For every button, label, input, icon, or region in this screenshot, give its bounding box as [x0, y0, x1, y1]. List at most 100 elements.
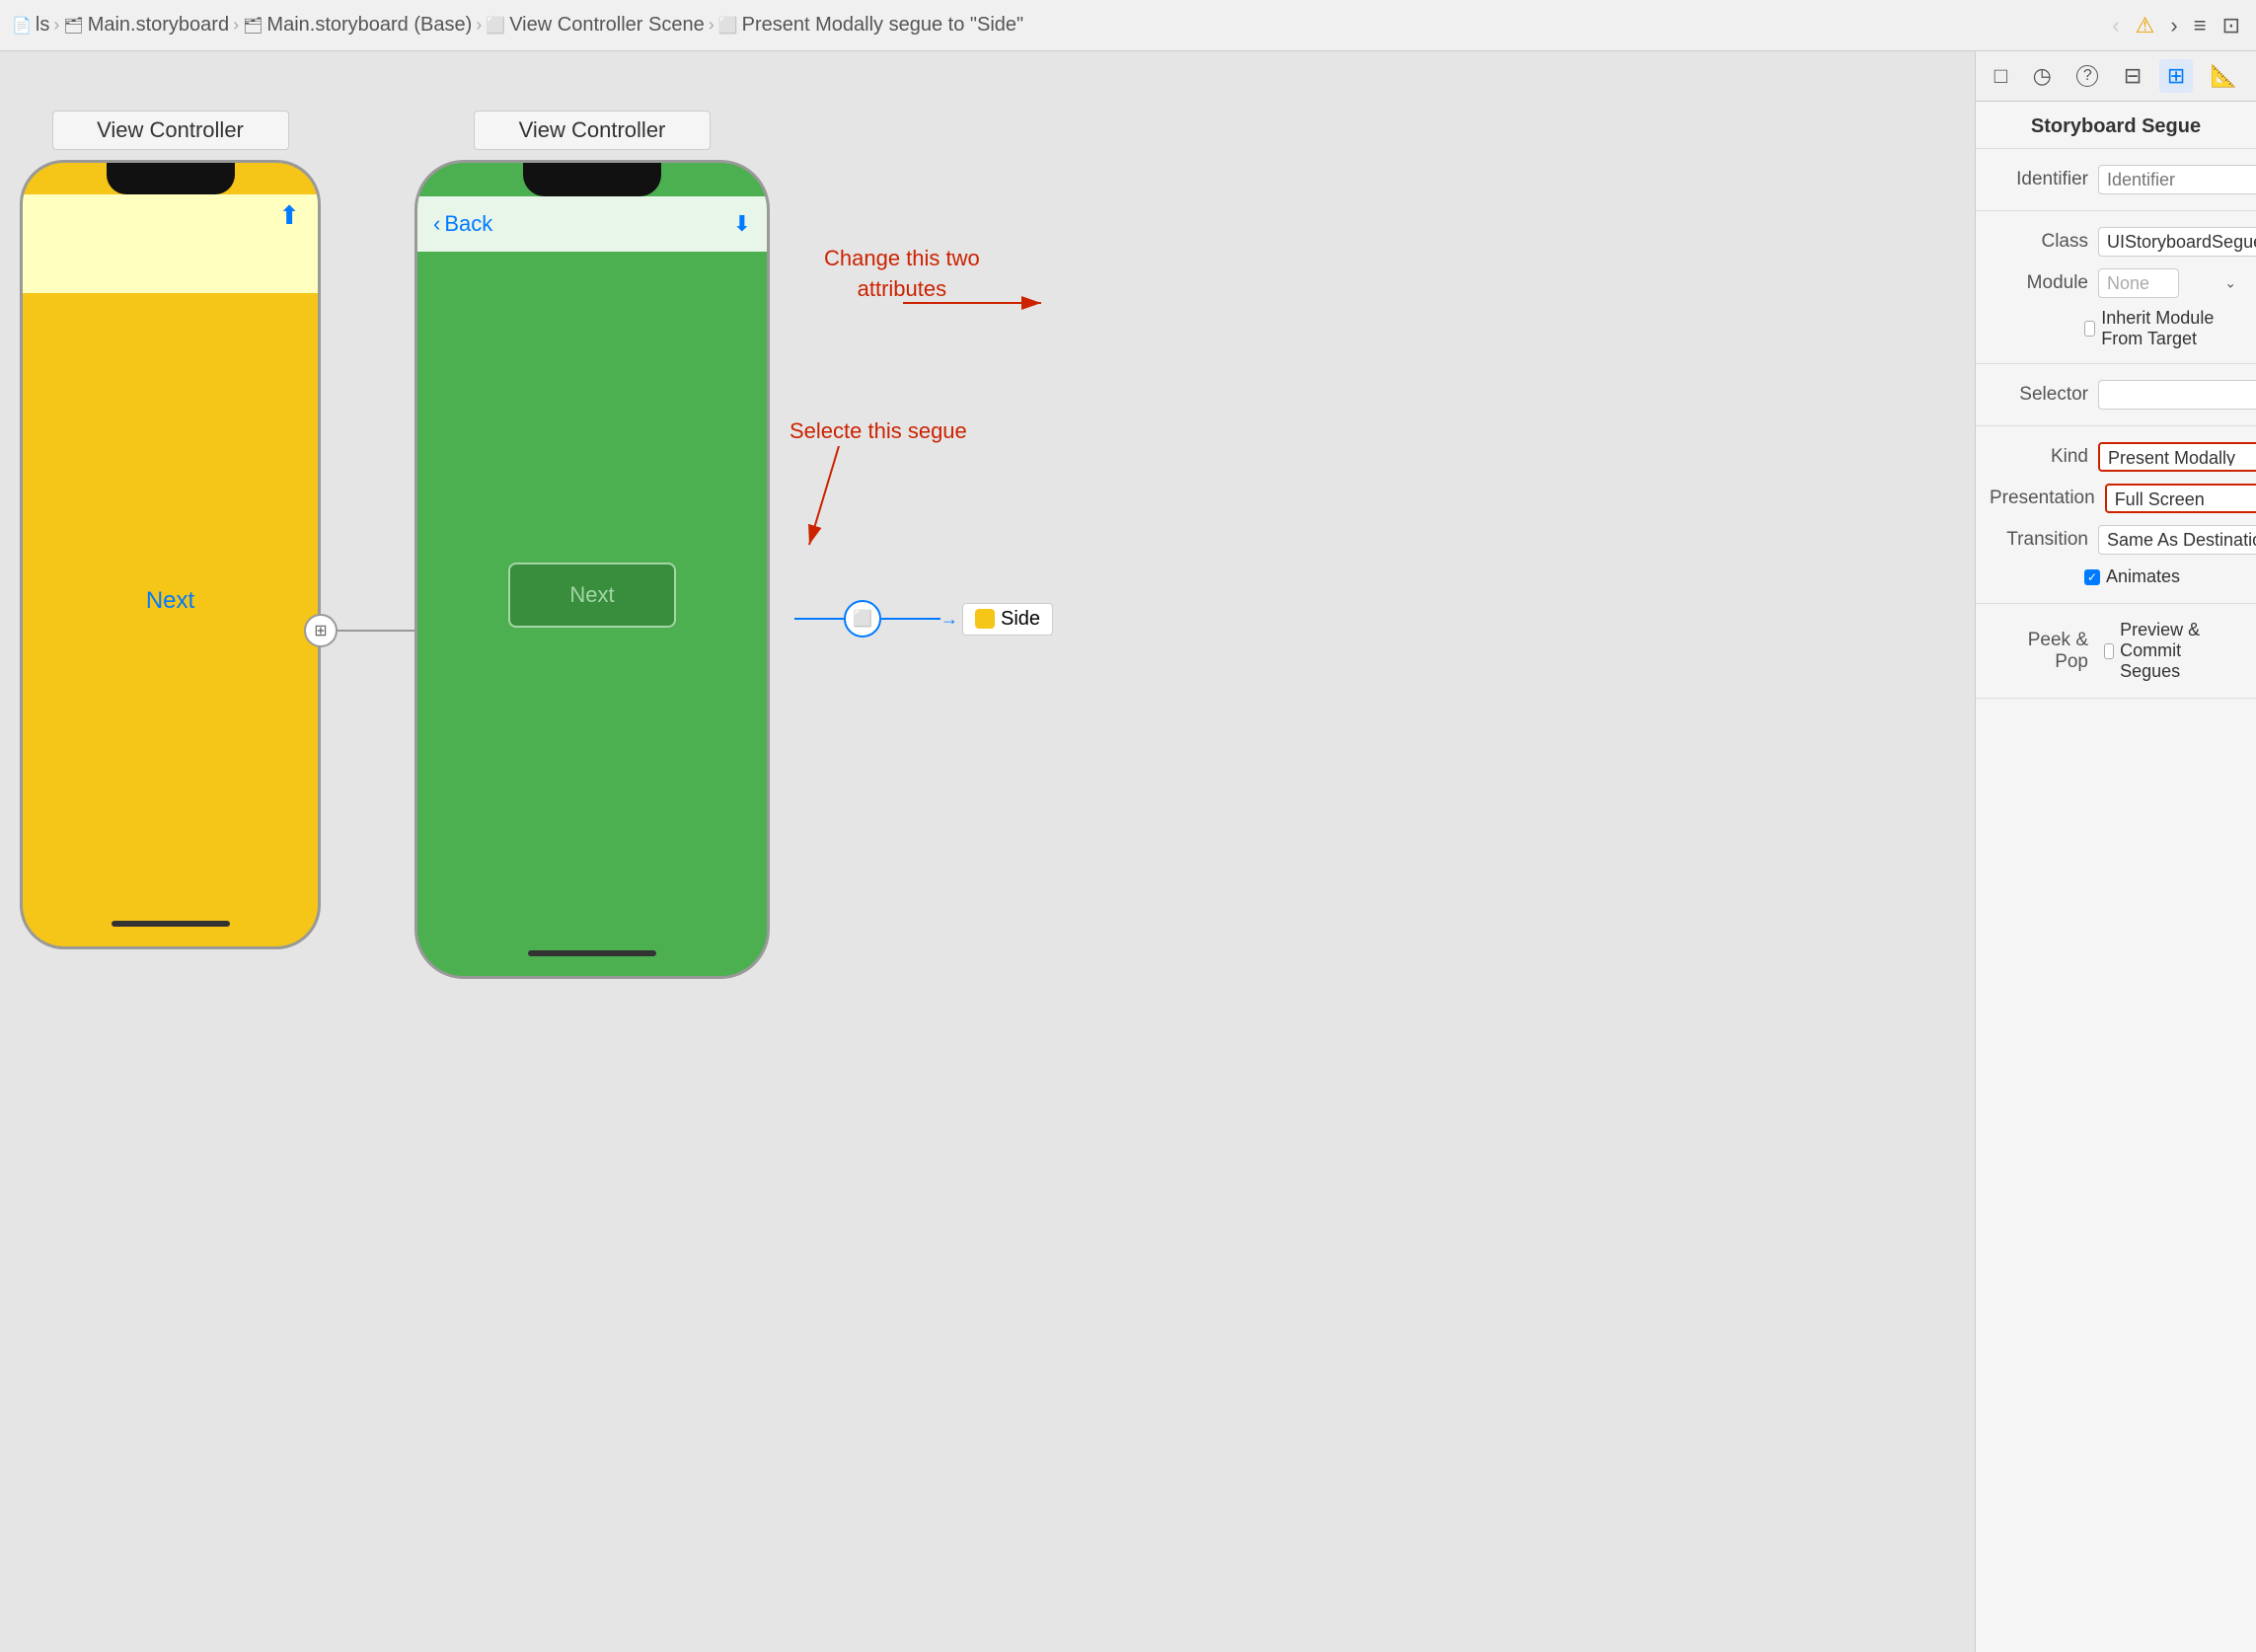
attributes-panel-button[interactable]: ⊞: [2159, 59, 2193, 93]
file-panel-button[interactable]: □: [1987, 59, 2015, 93]
breadcrumb-label-1: ls: [36, 14, 49, 37]
select-annotation-text: Selecte this segue: [790, 418, 967, 443]
segue-source-circle[interactable]: ⬜: [844, 600, 881, 638]
main-area: View Controller ⬆ Next ⊞ → Vie: [0, 51, 2256, 1652]
inherit-label: Inherit Module From Target: [2101, 308, 2242, 349]
phone2-notch: [523, 163, 661, 196]
presentation-select-wrapper: Full Screen Current Context Page Sheet F…: [2105, 484, 2256, 513]
phone2-next-button: Next: [508, 563, 675, 628]
phone1-body: ⬆ Next: [20, 160, 321, 949]
module-label: Module: [1990, 272, 2088, 294]
selector-label: Selector: [1990, 384, 2088, 406]
attributes-panel-icon: ⊞: [2167, 63, 2185, 89]
history-panel-icon: ◷: [2033, 63, 2052, 89]
breadcrumb-sep-1: ›: [53, 15, 59, 36]
nav-forward-button[interactable]: ›: [2166, 9, 2181, 42]
identifier-label: Identifier: [1990, 169, 2088, 190]
ruler-panel-icon: 📐: [2211, 63, 2237, 89]
breadcrumb-item-1[interactable]: 📄 ls: [12, 14, 49, 37]
segue-blue-line: [794, 618, 844, 620]
phone1-main: Next: [23, 293, 318, 909]
help-panel-button[interactable]: ?: [2068, 61, 2106, 91]
presentation-row: Presentation Full Screen Current Context…: [1976, 478, 2256, 519]
kind-select-wrapper: Present Modally Show Show Detail Present…: [2098, 442, 2256, 472]
phone2-main: Next: [417, 252, 767, 939]
file-icon: 📄: [12, 16, 32, 36]
top-bar: 📄 ls › 🗂 Main.storyboard › 🗂 Main.storyb…: [0, 0, 2256, 51]
phone1-container: View Controller ⬆ Next: [20, 111, 321, 949]
transition-select-wrapper: Same As Destination Cover Vertical Flip …: [2098, 525, 2256, 555]
breadcrumb-label-4: View Controller Scene: [509, 14, 705, 37]
library-panel-icon: ⊟: [2124, 63, 2142, 89]
change-annotation-arrow: [903, 293, 1061, 372]
presentation-select[interactable]: Full Screen Current Context Page Sheet F…: [2105, 484, 2256, 513]
preview-commit-label: Preview & Commit Segues: [2120, 620, 2242, 682]
animates-label: Animates: [2106, 566, 2180, 587]
phone2-back-label: Back: [444, 211, 492, 237]
storyboard-base-icon: 🗂: [243, 16, 263, 36]
download-icon: ⬇: [733, 211, 751, 237]
phone1-notch: [107, 163, 235, 194]
nav-back-button[interactable]: ‹: [2108, 9, 2123, 42]
panel-title: Storyboard Segue: [1976, 102, 2256, 149]
history-panel-button[interactable]: ◷: [2025, 59, 2060, 93]
select-annotation-arrow: [799, 446, 898, 564]
breadcrumb-item-4[interactable]: ⬜ View Controller Scene: [486, 14, 704, 37]
phone2-bottom-bar: [528, 950, 656, 956]
file-panel-icon: □: [1994, 63, 2007, 89]
storyboard-icon: 🗂: [63, 16, 83, 36]
identifier-input[interactable]: [2098, 165, 2256, 194]
transition-select[interactable]: Same As Destination Cover Vertical Flip …: [2098, 525, 2256, 555]
nav-warning-button[interactable]: ⚠: [2132, 9, 2159, 42]
class-input-wrapper: + ⌄: [2098, 227, 2256, 257]
module-chevron-icon: ⌄: [2224, 275, 2236, 292]
breadcrumb-sep-3: ›: [476, 15, 482, 36]
phone2-label: View Controller: [474, 111, 711, 150]
phone1-segue-node: ⊞: [304, 614, 338, 647]
share-icon: ⬆: [278, 200, 300, 231]
breadcrumb-sep-4: ›: [709, 15, 714, 36]
side-destination-node: Side: [962, 603, 1053, 636]
peek-label: Peek & Pop: [1990, 630, 2088, 673]
select-segue-annotation: Selecte this segue: [790, 416, 967, 447]
inherit-row: Inherit Module From Target: [1976, 304, 2256, 353]
scene-icon: ⬜: [486, 16, 505, 36]
kind-section: Kind Present Modally Show Show Detail Pr…: [1976, 426, 2256, 604]
peek-row: Peek & Pop Preview & Commit Segues: [1976, 614, 2256, 688]
animates-row: ✓ Animates: [1976, 561, 2256, 593]
window-button[interactable]: ⊡: [2218, 9, 2244, 42]
breadcrumb-label-3: Main.storyboard (Base): [266, 14, 472, 37]
breadcrumb-label-5: Present Modally segue to "Side": [742, 14, 1023, 37]
phone2-body: ‹ Back ⬇ Next: [414, 160, 770, 979]
identifier-section: Identifier: [1976, 149, 2256, 211]
top-bar-right: ‹ ⚠ › ≡ ⊡: [2108, 9, 2244, 42]
side-node-label: Side: [1001, 608, 1040, 631]
help-panel-icon: ?: [2076, 65, 2098, 87]
identifier-row: Identifier: [1976, 159, 2256, 200]
right-panel: □ ◷ ? ⊟ ⊞ 📐 Storyboard Segue Identifier: [1975, 51, 2256, 1652]
phone1-next-link: Next: [146, 587, 194, 615]
animates-checkbox[interactable]: ✓: [2084, 569, 2100, 585]
breadcrumb-item-3[interactable]: 🗂 Main.storyboard (Base): [243, 14, 472, 37]
breadcrumb-sep-2: ›: [233, 15, 239, 36]
class-input[interactable]: [2098, 227, 2256, 257]
breadcrumb-item-5[interactable]: ⬜ Present Modally segue to "Side": [718, 14, 1023, 37]
kind-row: Kind Present Modally Show Show Detail Pr…: [1976, 436, 2256, 478]
transition-label: Transition: [1990, 529, 2088, 551]
module-select[interactable]: None: [2098, 268, 2179, 298]
kind-label: Kind: [1990, 446, 2088, 468]
phone1-top-area: ⬆: [23, 194, 318, 293]
kind-select[interactable]: Present Modally Show Show Detail Present…: [2098, 442, 2256, 472]
class-section: Class + ⌄ Module None ⌄: [1976, 211, 2256, 364]
module-row: Module None ⌄: [1976, 263, 2256, 304]
selector-input[interactable]: [2098, 380, 2256, 410]
breadcrumb-item-2[interactable]: 🗂 Main.storyboard: [63, 14, 229, 37]
peek-checkbox[interactable]: [2104, 643, 2114, 659]
grid-button[interactable]: ≡: [2190, 9, 2211, 42]
class-label: Class: [1990, 231, 2088, 253]
ruler-panel-button[interactable]: 📐: [2203, 59, 2245, 93]
canvas-area[interactable]: View Controller ⬆ Next ⊞ → Vie: [0, 51, 1975, 1652]
library-panel-button[interactable]: ⊟: [2116, 59, 2149, 93]
arrow-right-icon: →: [940, 609, 958, 630]
inherit-checkbox[interactable]: [2084, 321, 2095, 337]
